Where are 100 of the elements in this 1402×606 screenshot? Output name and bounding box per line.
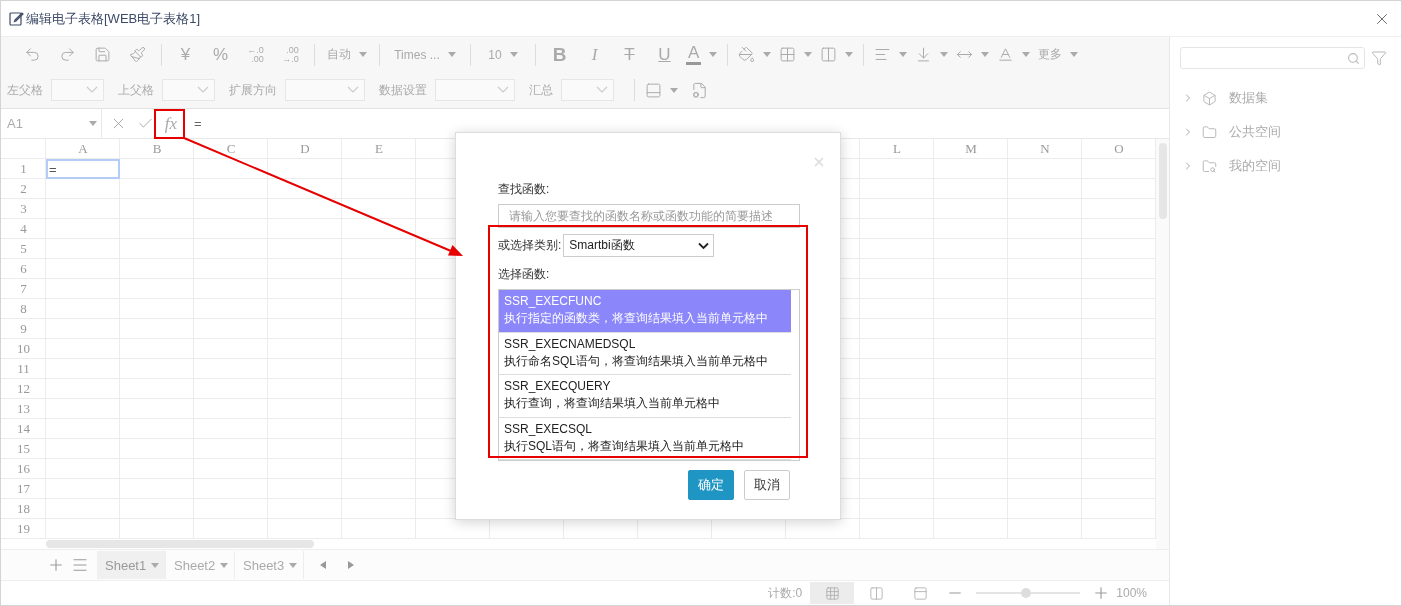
format-glyph: ¥ [180,46,191,64]
dropdown-field[interactable] [285,79,365,102]
column-header: A [77,140,89,158]
toolbar-button[interactable]: ¥ [168,40,203,69]
toolbar-button[interactable]: Times ... [386,40,464,69]
chevron-down-icon [698,241,710,250]
category-select[interactable]: Smartbi函数 [563,234,715,257]
toolbar-label: Times ... [394,47,440,62]
toolbar-button[interactable]: 自动 [321,40,373,69]
toolbar-button[interactable]: % [203,40,238,69]
toolbar-button[interactable]: 更多 [1034,40,1083,69]
view-button[interactable] [810,582,855,604]
search-field[interactable] [1180,47,1365,69]
column-header: D [299,140,311,158]
page-icon [912,585,928,601]
caret-icon [359,52,367,58]
column-header: N [1039,140,1051,158]
menu-icon[interactable] [71,556,89,574]
caret-icon [845,52,854,58]
caret-icon [447,52,456,58]
toolbar-button[interactable]: 10 [477,40,529,69]
folder-icon [1202,124,1217,140]
paint-bucket-icon [738,46,756,64]
caret-icon [670,87,678,93]
panel-icon [645,81,662,99]
caret-icon [1070,52,1079,58]
settings-file-icon [691,81,708,99]
dropdown-field[interactable] [561,79,614,102]
save-icon [94,46,111,64]
zoom-reading: 100% [1116,586,1147,600]
previous-icon[interactable] [320,561,326,569]
confirm-button[interactable]: 确定 [688,470,734,500]
row-header: 8 [19,300,28,318]
dropdown-field[interactable] [51,79,104,102]
add-icon[interactable] [47,556,65,574]
row-header: 3 [19,200,28,218]
highlight-frame [154,109,185,139]
next-icon[interactable] [348,561,354,569]
toolbar-label: 更多 [1038,46,1063,64]
tree-item[interactable]: 数据集 [1180,81,1391,115]
undo-icon [24,46,41,64]
row-header: 6 [19,260,28,278]
scrollbar-thumb[interactable] [46,540,314,548]
field-label: 左父格 [7,81,43,99]
row-header: 10 [16,340,31,358]
caret-icon [981,52,990,58]
row-header: 16 [16,460,31,478]
tree-item[interactable]: 公共空间 [1180,115,1391,149]
chevron-down-icon [86,86,98,95]
field-label: 数据设置 [379,81,427,99]
table-cell[interactable]: = [46,159,120,179]
format-glyph: T [624,46,635,64]
slider-thumb[interactable] [1021,588,1032,598]
toolbar-button[interactable]: U [647,40,682,69]
tree-item[interactable]: 我的空间 [1180,149,1391,183]
column-header: E [374,140,384,158]
search-field[interactable]: 请输入您要查找的函数名称或函数功能的简要描述 [498,204,800,228]
dropdown-field[interactable] [162,79,215,102]
row-header: 11 [16,360,31,378]
toolbar-button[interactable]: .00 →.0 [273,40,308,69]
folder-search-icon [1202,158,1217,174]
caret-icon [709,52,718,58]
format-glyph: U [658,46,671,64]
count-label: 计数:0 [768,584,803,602]
sheet-tab[interactable]: Sheet1 [97,551,166,579]
column-header: L [892,140,902,158]
field-label: 扩展方向 [229,81,277,99]
cell-reference-field[interactable]: A1 [1,109,102,138]
filter-icon[interactable] [1371,50,1387,66]
format-glyph: % [212,46,229,64]
caret-icon [940,52,949,58]
category-label: 或选择类别: [498,237,562,254]
dropdown-field[interactable] [435,79,515,102]
format-glyph: A [686,44,702,66]
row-header: 1 [19,160,28,178]
row-header: 2 [19,180,28,198]
caret-icon [89,121,97,126]
toolbar-button[interactable]: T [612,40,647,69]
caret-icon [220,562,228,568]
toolbar-button[interactable]: B [542,40,577,69]
row-header: 15 [16,440,31,458]
toolbar-button[interactable]: I [577,40,612,69]
insert-function-button[interactable]: fx [156,113,186,134]
chevron-down-icon [497,86,509,95]
paintbrush-icon [129,46,146,64]
column-header: O [1113,140,1125,158]
caret-icon [1022,52,1031,58]
search-icon [1347,51,1360,65]
field-label: 汇总 [529,81,553,99]
function-item[interactable]: SSR_EXECFUNC 执行指定的函数类，将查询结果填入当前单元格中 [499,290,791,333]
cancel-button[interactable]: 取消 [744,470,790,500]
format-glyph: I [591,46,598,64]
row-header: 17 [16,480,31,498]
cube-icon [1202,90,1217,106]
toolbar-button[interactable]: A [682,40,722,69]
toolbar-button[interactable]: ←.0 .00 [238,40,273,69]
row-header: 13 [16,400,31,418]
row-header: 7 [19,280,28,298]
merge-cells-icon [820,46,838,64]
list-label: 选择函数: [498,266,551,283]
